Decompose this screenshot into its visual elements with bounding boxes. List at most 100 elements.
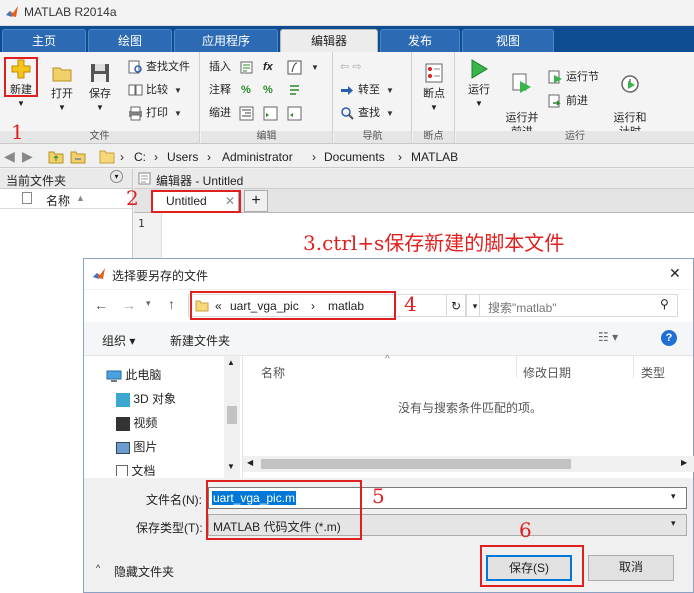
- insert-function-button[interactable]: ▼: [287, 58, 319, 76]
- dialog-up-icon[interactable]: ↑: [168, 296, 175, 312]
- ribbon-tabs: 主页 绘图 应用程序 编辑器 发布 视图: [0, 26, 694, 52]
- column-date[interactable]: 修改日期: [523, 364, 571, 381]
- fx-button[interactable]: fx: [263, 58, 273, 76]
- scroll-down-icon[interactable]: ▼: [227, 462, 235, 471]
- tree-item-this-pc[interactable]: 此电脑: [106, 366, 161, 383]
- find-button[interactable]: 查找 ▼: [340, 104, 394, 122]
- goto-button[interactable]: 转至 ▼: [340, 81, 394, 99]
- print-button[interactable]: 打印 ▼: [128, 104, 182, 122]
- decrease-indent-button[interactable]: [287, 104, 305, 122]
- find-label: 查找: [358, 107, 380, 119]
- tree-item-documents[interactable]: 文档: [116, 462, 155, 476]
- panel-menu-icon[interactable]: ▾: [110, 170, 123, 183]
- hscroll-thumb[interactable]: [261, 459, 571, 469]
- tab-editor[interactable]: 编辑器: [280, 29, 378, 52]
- help-icon[interactable]: ?: [661, 330, 677, 346]
- tree-scrollbar[interactable]: ▲ ▼: [224, 356, 240, 478]
- floppy-icon: [91, 64, 109, 82]
- computer-icon: [106, 370, 122, 382]
- comment-button[interactable]: 注释: [209, 81, 231, 99]
- dialog-title-bar: 选择要另存的文件 ✕: [84, 259, 693, 289]
- find-files-button[interactable]: 查找文件: [128, 58, 190, 76]
- percent-icon[interactable]: %: [241, 81, 251, 99]
- save-button[interactable]: 保存 ▼: [84, 62, 116, 115]
- dialog-back-icon[interactable]: ←: [94, 297, 108, 313]
- breadcrumb-item[interactable]: Users: [167, 150, 198, 164]
- breadcrumb-separator: ›: [120, 150, 124, 164]
- scroll-right-icon[interactable]: ▶: [681, 458, 687, 467]
- navigation-tree: 此电脑 3D 对象 视频 图片 文档 ▲ ▼: [84, 356, 242, 478]
- tab-publish[interactable]: 发布: [380, 29, 460, 52]
- open-button[interactable]: 打开 ▼: [46, 62, 78, 115]
- tab-view[interactable]: 视图: [462, 29, 554, 52]
- new-folder-button[interactable]: 新建文件夹: [170, 332, 230, 349]
- video-icon: [116, 416, 130, 431]
- dialog-history-icon[interactable]: ▾: [146, 298, 151, 309]
- breadcrumb-item[interactable]: C:: [134, 150, 146, 164]
- view-options-icon[interactable]: ☷ ▾: [598, 330, 618, 344]
- browse-folder-icon[interactable]: [70, 149, 86, 164]
- up-folder-icon[interactable]: [48, 149, 64, 164]
- back-forward-buttons[interactable]: ⇦ ⇨: [340, 58, 362, 76]
- run-section-button[interactable]: 运行节: [548, 68, 599, 86]
- uncomment-icon[interactable]: %: [263, 81, 273, 99]
- scroll-left-icon[interactable]: ◀: [247, 458, 253, 467]
- run-button[interactable]: 运行 ▼: [462, 58, 496, 111]
- breakpoints-group: 断点 ▼ 断点: [413, 52, 455, 144]
- tree-label: 此电脑: [125, 368, 162, 382]
- name-column-header[interactable]: 名称: [46, 192, 70, 209]
- scroll-up-icon[interactable]: ▲: [227, 358, 235, 367]
- dialog-forward-icon[interactable]: →: [122, 297, 136, 313]
- scroll-thumb[interactable]: [227, 406, 237, 424]
- organize-menu[interactable]: 组织 ▾: [102, 332, 135, 349]
- tree-label: 文档: [131, 464, 156, 476]
- breadcrumb-item[interactable]: MATLAB: [411, 150, 458, 164]
- tab-apps[interactable]: 应用程序: [174, 29, 278, 52]
- column-name[interactable]: 名称: [261, 364, 285, 381]
- decrease-indent-icon: [287, 106, 302, 121]
- cancel-button[interactable]: 取消: [588, 555, 674, 581]
- smart-indent-button[interactable]: [239, 104, 257, 122]
- tree-label: 3D 对象: [133, 392, 177, 406]
- editor-title: 编辑器 - Untitled: [156, 174, 244, 188]
- file-list-hscrollbar[interactable]: ◀ ▶: [243, 456, 694, 472]
- forward-arrow-icon[interactable]: ▶: [22, 148, 33, 165]
- advance-button[interactable]: 前进: [548, 92, 588, 110]
- chevron-up-icon[interactable]: ^: [96, 563, 100, 573]
- run-section-icon: [548, 70, 562, 84]
- tree-item-pictures[interactable]: 图片: [116, 438, 157, 455]
- run-advance-button[interactable]: 运行并 前进: [502, 58, 542, 139]
- tab-home[interactable]: 主页: [2, 29, 86, 52]
- breakpoints-label: 断点: [423, 88, 445, 100]
- indent-button[interactable]: 缩进: [209, 104, 231, 122]
- tab-plots[interactable]: 绘图: [88, 29, 172, 52]
- back-icon[interactable]: ⇦: [340, 61, 349, 73]
- new-tab-button[interactable]: +: [244, 190, 268, 212]
- increase-indent-button[interactable]: [263, 104, 281, 122]
- tree-item-3d[interactable]: 3D 对象: [116, 390, 176, 407]
- forward-icon[interactable]: ⇨: [352, 61, 361, 73]
- print-label: 打印: [146, 107, 168, 119]
- breadcrumb-item[interactable]: Documents: [324, 150, 385, 164]
- dialog-search-box[interactable]: 搜索"matlab" ⚲: [479, 294, 678, 317]
- breakpoints-button[interactable]: 断点 ▼: [417, 62, 451, 115]
- tree-item-videos[interactable]: 视频: [116, 414, 157, 431]
- insert-section-button[interactable]: [239, 58, 257, 76]
- compare-button[interactable]: 比较 ▼: [128, 81, 182, 99]
- window-title: MATLAB R2014a: [24, 5, 117, 19]
- chevron-down-icon[interactable]: ▾: [671, 491, 676, 502]
- advance-label: 前进: [566, 95, 588, 107]
- annotation-number-5: 5: [372, 484, 385, 508]
- hide-folders-toggle[interactable]: 隐藏文件夹: [114, 563, 174, 580]
- run-and-time-button[interactable]: 运行和 计时: [610, 58, 650, 139]
- dialog-close-icon[interactable]: ✕: [669, 265, 681, 282]
- wrap-comments-button[interactable]: [287, 81, 305, 99]
- column-type[interactable]: 类型: [641, 364, 665, 381]
- stopwatch-icon: [621, 75, 639, 93]
- insert-button[interactable]: 插入: [209, 58, 231, 76]
- chevron-down-icon: ▼: [386, 109, 394, 118]
- back-arrow-icon[interactable]: ◀: [4, 148, 15, 165]
- indent-label: 缩进: [209, 107, 231, 119]
- refresh-icon[interactable]: ↻: [446, 294, 466, 317]
- breadcrumb-item[interactable]: Administrator: [222, 150, 293, 164]
